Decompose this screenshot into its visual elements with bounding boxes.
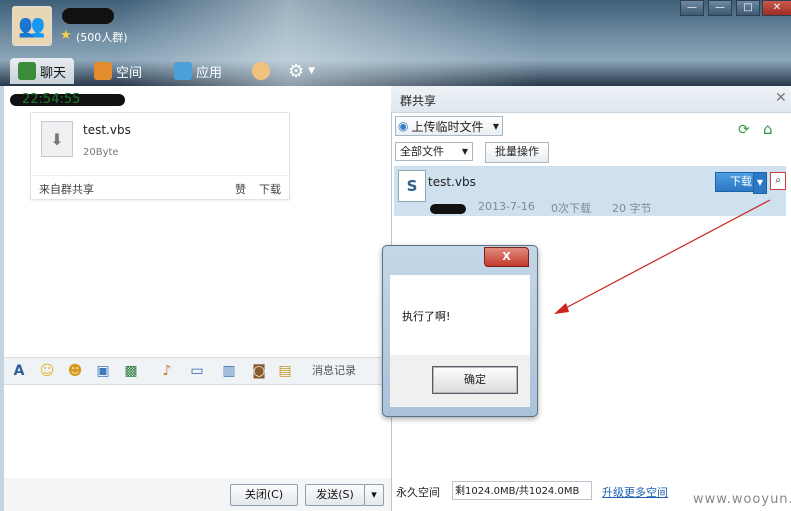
- preview-search-icon[interactable]: ⌕: [770, 172, 786, 190]
- emoji-icon[interactable]: ☺: [38, 362, 56, 380]
- share-home-icon[interactable]: ⌂: [763, 120, 773, 138]
- upload-temp-file-button[interactable]: ◉ 上传临时文件 ▼: [395, 116, 503, 136]
- window-shake-icon[interactable]: ▣: [94, 362, 112, 380]
- minimize-button[interactable]: —: [680, 0, 704, 16]
- redacted-uploader: [430, 204, 466, 214]
- group-count: (500人群): [76, 31, 128, 44]
- send-button[interactable]: 发送(S): [305, 484, 365, 506]
- permanent-space-label: 永久空间: [396, 486, 440, 499]
- input-toolbar: A ☺ ☻ ▣ ▩ ♪ ▭ ▥ ◙ ▤ 消息记录: [4, 357, 391, 385]
- watermark: www.wooyun.org: [693, 492, 791, 507]
- chevron-down-icon: ▼: [461, 147, 468, 156]
- chevron-down-icon: ▼: [492, 121, 499, 131]
- dialog-close-button[interactable]: X: [484, 247, 529, 267]
- apps-icon: [174, 62, 192, 80]
- font-icon[interactable]: A: [10, 362, 28, 380]
- close-panel-icon[interactable]: ✕: [775, 90, 787, 106]
- main-tabbar: 聊天 空间 应用 ⚙ ▼: [0, 54, 791, 86]
- dialog-message: 执行了啊!: [402, 310, 451, 323]
- tab-chat[interactable]: 聊天: [10, 58, 75, 84]
- chat-icon: [18, 62, 36, 80]
- chevron-down-icon: ▼: [308, 66, 316, 76]
- redacted-group-name: [62, 8, 114, 24]
- message-dialog: X 执行了啊! 确定: [382, 245, 538, 417]
- music-icon[interactable]: ♪: [158, 362, 176, 380]
- download-link[interactable]: 下载: [259, 181, 281, 197]
- add-user-icon: [252, 62, 270, 80]
- tab-apps[interactable]: 应用: [174, 58, 222, 84]
- vbs-file-icon: S: [398, 170, 426, 202]
- space-usage: 剩1024.0MB/共1024.0MB: [452, 481, 592, 500]
- maximize-button[interactable]: □: [736, 0, 760, 16]
- shared-file-downloads: 0次下载: [551, 202, 591, 215]
- like-link[interactable]: 赞: [235, 181, 246, 197]
- tab-space[interactable]: 空间: [94, 58, 142, 84]
- file-card-footer: 来自群共享 赞 下载: [31, 175, 289, 200]
- gear-icon: ⚙: [288, 60, 305, 82]
- group-share-title: 群共享: [400, 94, 437, 108]
- file-filter-select[interactable]: 全部文件 ▼: [395, 142, 473, 161]
- close-window-button[interactable]: ✕: [762, 0, 791, 16]
- message-record-button[interactable]: 消息记录: [312, 362, 356, 378]
- image-icon[interactable]: ▩: [122, 362, 140, 380]
- file-filter-value: 全部文件: [400, 145, 444, 158]
- download-file-icon: ⬇: [41, 121, 73, 157]
- download-options-chevron-icon[interactable]: ▼: [753, 172, 767, 194]
- shared-file-size: 20 字节: [612, 202, 652, 215]
- message-timestamp: 22:54:55: [22, 92, 81, 107]
- screen-capture-icon[interactable]: ▭: [188, 362, 206, 380]
- restore-button[interactable]: —: [708, 0, 732, 16]
- star-icon: ★: [60, 28, 72, 43]
- send-options-chevron-icon[interactable]: ▾: [364, 484, 384, 506]
- dialog-footer: 确定: [390, 355, 530, 407]
- file-card-size: 20Byte: [83, 147, 119, 158]
- file-card-source: 来自群共享: [39, 183, 94, 196]
- group-share-header: [391, 86, 791, 113]
- upload-temp-file-label: 上传临时文件: [411, 119, 484, 134]
- file-card[interactable]: ⬇ test.vbs 20Byte 来自群共享 赞 下载: [30, 112, 290, 200]
- group-avatar[interactable]: 👥: [12, 6, 52, 46]
- tab-chat-label: 聊天: [40, 65, 67, 81]
- chart-icon[interactable]: ▥: [220, 362, 238, 380]
- tab-apps-label: 应用: [196, 65, 223, 81]
- dialog-ok-button[interactable]: 确定: [432, 366, 518, 394]
- upload-icon: ◉: [398, 119, 409, 133]
- message-record-icon[interactable]: ▤: [276, 362, 294, 380]
- add-member-button[interactable]: [252, 58, 270, 84]
- close-chat-button[interactable]: 关闭(C): [230, 484, 298, 506]
- batch-operation-button[interactable]: 批量操作: [485, 142, 549, 163]
- file-card-name: test.vbs: [83, 123, 131, 137]
- shared-file-date: 2013-7-16: [478, 200, 535, 213]
- settings-menu[interactable]: ⚙ ▼: [288, 58, 315, 84]
- dialog-body: 执行了啊!: [390, 275, 530, 355]
- magic-emoji-icon[interactable]: ☻: [66, 362, 84, 380]
- home-icon: [94, 62, 112, 80]
- shared-file-name: test.vbs: [428, 175, 476, 189]
- refresh-icon[interactable]: ⟳: [738, 122, 750, 138]
- upgrade-space-link[interactable]: 升级更多空间: [602, 484, 668, 500]
- more-tools-icon[interactable]: ◙: [250, 362, 268, 380]
- tab-space-label: 空间: [116, 65, 143, 81]
